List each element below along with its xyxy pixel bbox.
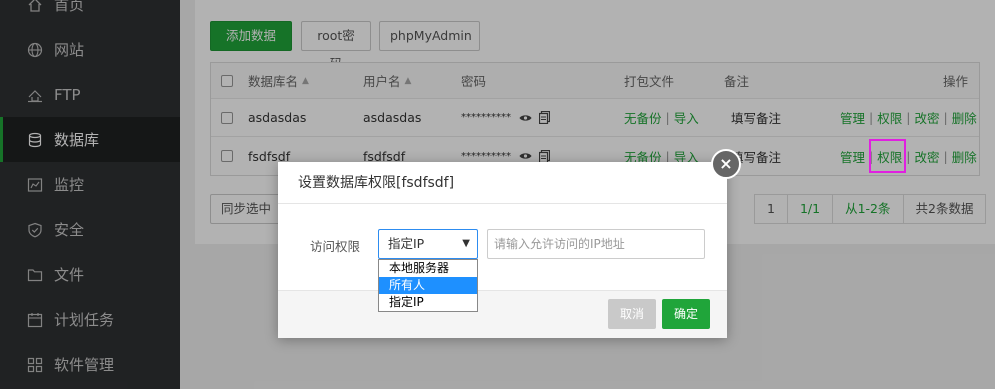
caret-down-icon: ▼ bbox=[462, 238, 470, 249]
option-specified-ip[interactable]: 指定IP bbox=[379, 294, 477, 311]
permission-dialog: 设置数据库权限[fsdfsdf] × 访问权限 指定IP ▼ 请输入允许访问的I… bbox=[278, 149, 741, 338]
option-local-server[interactable]: 本地服务器 bbox=[379, 260, 477, 277]
dialog-footer: 取消 确定 bbox=[278, 290, 727, 338]
confirm-button[interactable]: 确定 bbox=[662, 299, 711, 329]
access-dropdown-list: 本地服务器 所有人 指定IP bbox=[378, 259, 478, 312]
option-everyone[interactable]: 所有人 bbox=[379, 277, 477, 294]
dialog-title: 设置数据库权限[fsdfsdf] bbox=[278, 162, 727, 204]
access-permission-label: 访问权限 bbox=[310, 239, 361, 254]
cancel-button[interactable]: 取消 bbox=[608, 299, 657, 329]
select-value: 指定IP bbox=[388, 236, 425, 251]
close-icon[interactable]: × bbox=[711, 149, 741, 179]
ip-address-input[interactable]: 请输入允许访问的IP地址 bbox=[487, 229, 705, 259]
highlight-box bbox=[869, 139, 906, 173]
access-select[interactable]: 指定IP ▼ bbox=[378, 229, 478, 259]
